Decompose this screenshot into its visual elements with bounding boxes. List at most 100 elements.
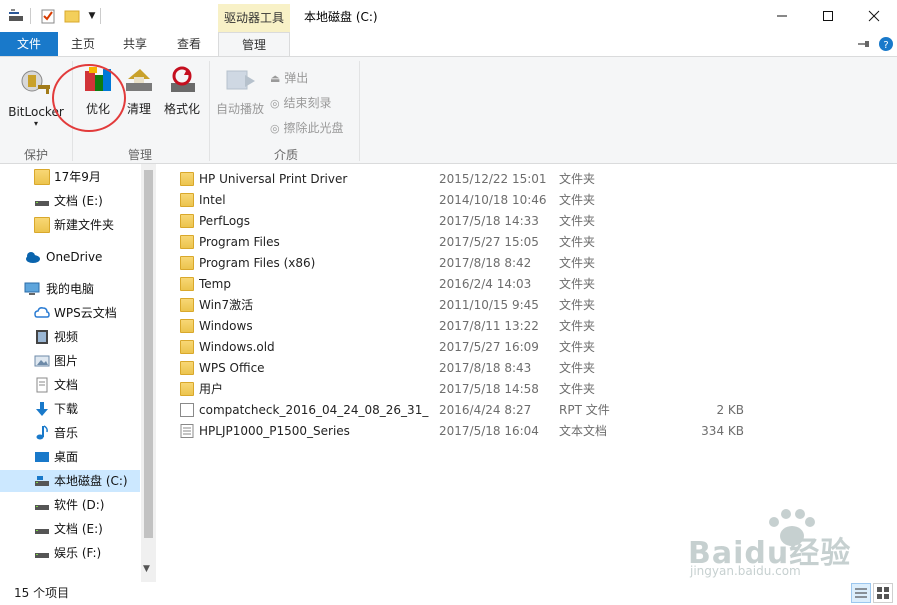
drive-icon xyxy=(34,193,50,209)
eject-label: 弹出 xyxy=(284,71,309,85)
file-type: 文件夹 xyxy=(559,277,596,291)
nav-item-17年9月[interactable]: 17年9月 xyxy=(0,166,140,188)
nav-item-music[interactable]: 音乐 xyxy=(0,422,140,444)
properties-icon[interactable] xyxy=(40,8,56,24)
file-row[interactable]: WPS Office 2017/8/18 8:43 文件夹 xyxy=(170,358,870,379)
nav-item-documents-e-2[interactable]: 文档 (E:) xyxy=(0,518,140,540)
scroll-down-icon[interactable]: ▼ xyxy=(143,564,150,574)
file-row[interactable]: Windows.old 2017/5/27 16:09 文件夹 xyxy=(170,337,870,358)
explorer-app-icon[interactable] xyxy=(8,8,24,24)
folder-icon xyxy=(34,217,50,233)
file-date: 2017/5/27 15:05 xyxy=(439,235,539,249)
close-icon xyxy=(868,10,880,22)
folder-icon xyxy=(34,169,50,185)
file-date: 2017/8/18 8:43 xyxy=(439,361,532,375)
tab-manage[interactable]: 管理 xyxy=(218,32,290,56)
file-type: 文件夹 xyxy=(559,340,596,354)
tab-view[interactable]: 查看 xyxy=(166,32,212,56)
file-type: RPT 文件 xyxy=(559,403,610,417)
nav-item-label: 文档 (E:) xyxy=(54,194,103,208)
file-date: 2011/10/15 9:45 xyxy=(439,298,539,312)
details-view-button[interactable] xyxy=(851,583,871,603)
minimize-icon xyxy=(777,15,787,17)
nav-item-label: 我的电脑 xyxy=(46,282,95,296)
file-name: HPLJP1000_P1500_Series xyxy=(199,424,350,438)
tab-home[interactable]: 主页 xyxy=(60,32,106,56)
title-bar: ▼ 驱动器工具 本地磁盘 (C:) xyxy=(0,0,897,32)
drive-tools-context-label: 驱动器工具 xyxy=(218,4,290,32)
help-icon[interactable]: ? xyxy=(878,36,894,55)
folder-icon xyxy=(180,214,194,228)
pin-ribbon-icon[interactable] xyxy=(857,37,871,54)
file-row[interactable]: Program Files 2017/5/27 15:05 文件夹 xyxy=(170,232,870,253)
folder-icon xyxy=(180,172,194,186)
baidu-watermark: Baidu经验 jingyan.baidu.com xyxy=(688,500,888,580)
bitlocker-key-icon xyxy=(21,70,50,94)
nav-pane-scrollbar[interactable]: ▼ xyxy=(141,164,156,582)
new-folder-icon[interactable] xyxy=(64,8,80,24)
file-type: 文件夹 xyxy=(559,382,596,396)
nav-item-local-disk-c[interactable]: 本地磁盘 (C:) xyxy=(0,470,140,492)
file-row[interactable]: PerfLogs 2017/5/18 14:33 文件夹 xyxy=(170,211,870,232)
nav-item-documents[interactable]: 文档 xyxy=(0,374,140,396)
erase-disc-button[interactable]: ◎ 擦除此光盘 xyxy=(270,119,343,136)
file-type: 文件夹 xyxy=(559,235,596,249)
nav-item-label: 文档 xyxy=(54,378,79,392)
file-name: HP Universal Print Driver xyxy=(199,172,348,186)
nav-item-downloads[interactable]: 下载 xyxy=(0,398,140,420)
tab-file[interactable]: 文件 xyxy=(0,32,58,56)
qat-dropdown-icon[interactable]: ▼ xyxy=(84,8,100,24)
format-button[interactable]: 格式化 xyxy=(160,65,204,121)
file-row[interactable]: Temp 2016/2/4 14:03 文件夹 xyxy=(170,274,870,295)
video-icon xyxy=(34,329,50,345)
file-date: 2016/2/4 14:03 xyxy=(439,277,532,291)
download-icon xyxy=(34,401,50,417)
scrollbar-thumb[interactable] xyxy=(144,170,153,538)
minimize-button[interactable] xyxy=(759,0,805,32)
svg-text:?: ? xyxy=(883,40,888,51)
nav-item-wps-cloud[interactable]: WPS云文档 xyxy=(0,302,140,324)
eject-button[interactable]: ⏏ 弹出 xyxy=(270,69,308,86)
tab-share[interactable]: 共享 xyxy=(112,32,158,56)
file-name: Windows.old xyxy=(199,340,275,354)
group-label-media: 介质 xyxy=(273,148,298,162)
drive-icon xyxy=(34,497,50,513)
file-row[interactable]: HPLJP1000_P1500_Series 2017/5/18 16:04 文… xyxy=(170,421,870,442)
file-date: 2015/12/22 15:01 xyxy=(439,172,547,186)
nav-item-documents-e[interactable]: 文档 (E:) xyxy=(0,190,140,212)
nav-item-onedrive[interactable]: OneDrive xyxy=(0,246,140,268)
disc-icon: ◎ xyxy=(270,97,280,110)
nav-item-desktop[interactable]: 桌面 xyxy=(0,446,140,468)
folder-icon xyxy=(180,319,194,333)
finish-burn-button[interactable]: ◎ 结束刻录 xyxy=(270,94,331,111)
item-count: 15 个项目 xyxy=(14,586,70,600)
nav-item-pictures[interactable]: 图片 xyxy=(0,350,140,372)
window-title: 本地磁盘 (C:) xyxy=(304,10,378,24)
file-row[interactable]: 用户 2017/5/18 14:58 文件夹 xyxy=(170,379,870,400)
nav-item-videos[interactable]: 视频 xyxy=(0,326,140,348)
close-button[interactable] xyxy=(851,0,897,32)
large-icons-view-icon xyxy=(877,587,889,599)
file-date: 2014/10/18 10:46 xyxy=(439,193,547,207)
file-name: Windows xyxy=(199,319,253,333)
file-row[interactable]: HP Universal Print Driver 2015/12/22 15:… xyxy=(170,169,870,190)
file-row[interactable]: Win7激活 2011/10/15 9:45 文件夹 xyxy=(170,295,870,316)
file-row[interactable]: Program Files (x86) 2017/8/18 8:42 文件夹 xyxy=(170,253,870,274)
nav-item-entertainment-f[interactable]: 娱乐 (F:) xyxy=(0,542,140,564)
nav-item-label: 视频 xyxy=(54,330,79,344)
cloud-icon xyxy=(24,249,40,265)
file-name: Intel xyxy=(199,193,226,207)
folder-icon xyxy=(180,382,194,396)
autoplay-button[interactable]: 自动播放 xyxy=(214,65,266,121)
nav-item-new-folder[interactable]: 新建文件夹 xyxy=(0,214,140,236)
file-type: 文件夹 xyxy=(559,256,596,270)
eject-icon: ⏏ xyxy=(270,72,281,85)
file-row[interactable]: Intel 2014/10/18 10:46 文件夹 xyxy=(170,190,870,211)
nav-item-software-d[interactable]: 软件 (D:) xyxy=(0,494,140,516)
nav-item-this-pc[interactable]: 我的电脑 xyxy=(0,278,140,300)
pictures-icon xyxy=(34,353,50,369)
large-icons-view-button[interactable] xyxy=(873,583,893,603)
file-row[interactable]: Windows 2017/8/11 13:22 文件夹 xyxy=(170,316,870,337)
maximize-button[interactable] xyxy=(805,0,851,32)
file-row[interactable]: compatcheck_2016_04_24_08_26_31_5... 201… xyxy=(170,400,870,421)
